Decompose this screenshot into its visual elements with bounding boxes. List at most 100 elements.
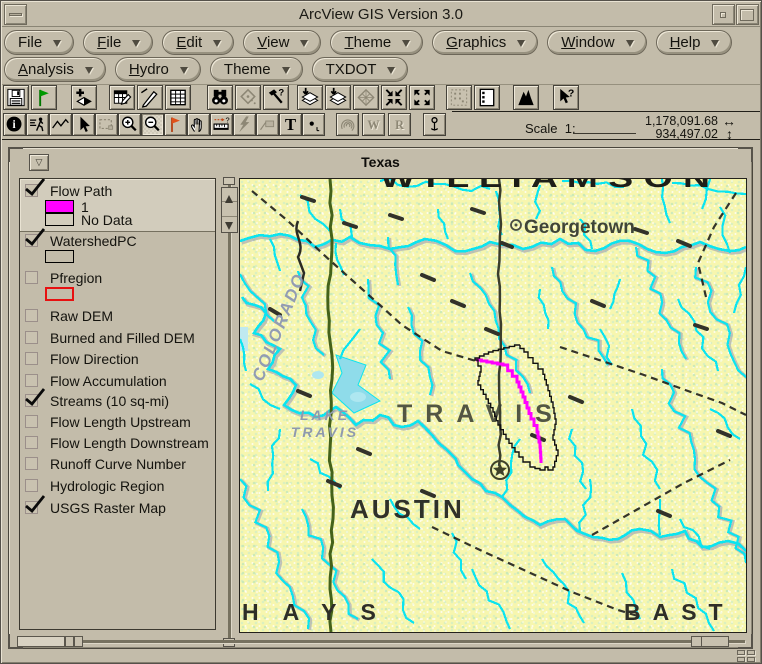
text-tool-button[interactable]: T	[279, 113, 302, 136]
theme-checkbox[interactable]	[25, 479, 38, 492]
hammer-help-button[interactable]: ?	[263, 85, 289, 110]
hscroll-right-button[interactable]	[74, 636, 83, 647]
hscroll-anchor[interactable]	[691, 636, 729, 647]
theme-checkbox[interactable]	[25, 415, 38, 428]
pen-tool-button[interactable]	[137, 85, 163, 110]
polyline-button[interactable]	[49, 113, 72, 136]
layers-down-button[interactable]	[297, 85, 323, 110]
zoom-out-button[interactable]	[141, 113, 164, 136]
theme-name[interactable]: USGS Raster Map	[50, 500, 166, 516]
theme-checkbox[interactable]	[25, 374, 38, 387]
theme-checkbox[interactable]	[25, 436, 38, 449]
spiral-icon	[337, 114, 358, 135]
menu-file[interactable]: File	[4, 30, 74, 55]
dotted-grid-button[interactable]	[446, 85, 472, 110]
menu-arrow-icon	[402, 40, 410, 51]
scroll-down-button[interactable]	[222, 218, 237, 232]
pin-button[interactable]	[423, 113, 446, 136]
theme-checkbox[interactable]	[25, 309, 38, 322]
theme-name[interactable]: Pfregion	[50, 270, 102, 286]
menu-help[interactable]: Help	[656, 30, 733, 55]
theme-checkbox[interactable]	[25, 184, 38, 197]
theme-name[interactable]: Raw DEM	[50, 308, 113, 324]
theme-checkbox[interactable]	[25, 501, 38, 514]
theme-checkbox[interactable]	[25, 271, 38, 284]
menu-window[interactable]: Window	[547, 30, 646, 55]
add-theme-button[interactable]	[71, 85, 97, 110]
diamond-grid-button[interactable]	[353, 85, 379, 110]
title-bar: ArcView GIS Version 3.0	[2, 2, 760, 27]
vertical-scrollbar[interactable]	[220, 177, 239, 648]
identify-button[interactable]: i	[3, 113, 26, 136]
theme-name[interactable]: WatershedPC	[50, 233, 137, 249]
theme-name[interactable]: Burned and Filled DEM	[50, 330, 195, 346]
theme-name[interactable]: Flow Length Downstream	[50, 435, 209, 451]
menu-analysis[interactable]: Analysis	[4, 57, 106, 82]
scale-input[interactable]	[573, 120, 636, 134]
document-list-button[interactable]	[474, 85, 500, 110]
theme-checkbox[interactable]	[25, 457, 38, 470]
menu-edit[interactable]: Edit	[162, 30, 234, 55]
tool-group	[71, 85, 99, 110]
theme-name[interactable]: Flow Path	[50, 183, 112, 199]
label-tool-button[interactable]	[256, 113, 279, 136]
menu-theme[interactable]: Theme	[210, 57, 303, 82]
histogram-button[interactable]	[513, 85, 539, 110]
edit-table-button[interactable]	[109, 85, 135, 110]
red-flag-button[interactable]	[164, 113, 187, 136]
letter-r-button[interactable]: RR	[388, 113, 411, 136]
theme-name[interactable]: Flow Length Upstream	[50, 414, 191, 430]
geocode-diamond-button[interactable]	[235, 85, 261, 110]
resize-grip[interactable]	[737, 650, 757, 663]
theme-name[interactable]: Runoff Curve Number	[50, 456, 186, 472]
green-flag-button[interactable]	[31, 85, 57, 110]
measure-button[interactable]: ?	[210, 113, 233, 136]
menu-graphics[interactable]: Graphics	[432, 30, 538, 55]
hscroll-left-button[interactable]	[65, 636, 74, 647]
map-canvas[interactable]: W I L L I A M S O N Georgetown COLORADO …	[239, 178, 747, 633]
zoom-in-button[interactable]	[118, 113, 141, 136]
scrollbar-elevator[interactable]	[221, 187, 238, 233]
scroll-up-button[interactable]	[222, 188, 237, 202]
pointer-button[interactable]	[72, 113, 95, 136]
theme-checkbox[interactable]	[25, 352, 38, 365]
select-rect-button[interactable]	[95, 113, 118, 136]
menu-view[interactable]: View	[243, 30, 321, 55]
theme-name[interactable]: Flow Accumulation	[50, 373, 167, 389]
spiral-button[interactable]	[336, 113, 359, 136]
hscroll-thumb[interactable]	[17, 636, 65, 647]
theme-checkbox[interactable]	[25, 331, 38, 344]
layers-down-2-button[interactable]	[325, 85, 351, 110]
minimize-button[interactable]	[712, 4, 735, 25]
scrollbar-top-anchor[interactable]	[223, 177, 235, 185]
point-tool-button[interactable]	[302, 113, 325, 136]
theme-checkbox[interactable]	[25, 234, 38, 247]
theme-checkbox[interactable]	[25, 394, 38, 407]
binoculars-find-button[interactable]	[207, 85, 233, 110]
view-window-title: Texas	[9, 154, 752, 170]
svg-text:T: T	[285, 115, 296, 134]
menu-theme[interactable]: Theme	[330, 30, 423, 55]
save-button[interactable]	[3, 85, 29, 110]
letter-w-button[interactable]: WW	[362, 113, 385, 136]
theme-name[interactable]: Flow Direction	[50, 351, 139, 367]
scroll-drag-box[interactable]	[222, 203, 237, 217]
menu-hydro[interactable]: Hydro	[115, 57, 201, 82]
hand-pan-button[interactable]	[187, 113, 210, 136]
menu-file[interactable]: File	[83, 30, 153, 55]
menu-txdot[interactable]: TXDOT	[312, 57, 409, 82]
horizontal-scrollbar[interactable]	[15, 635, 748, 648]
arrows-in-button[interactable]	[381, 85, 407, 110]
lightning-button[interactable]	[233, 113, 256, 136]
layers-down-2-icon	[326, 86, 350, 109]
person-chart-button[interactable]	[26, 113, 49, 136]
arrows-out-button[interactable]	[409, 85, 435, 110]
red-flag-icon	[165, 114, 186, 135]
theme-name[interactable]: Hydrologic Region	[50, 478, 164, 494]
theme-name[interactable]: Streams (10 sq-mi)	[50, 393, 169, 409]
measure-icon: ?	[211, 114, 232, 135]
table-button[interactable]	[165, 85, 191, 110]
arrow-help-button[interactable]: ?	[553, 85, 579, 110]
pen-tool-icon	[138, 86, 162, 109]
maximize-button[interactable]	[736, 4, 759, 25]
